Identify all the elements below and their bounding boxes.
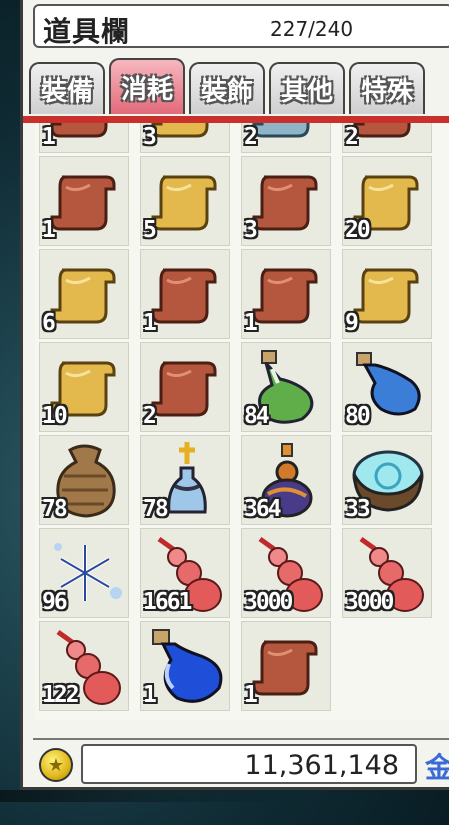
- inventory-slot[interactable]: 3: [140, 123, 230, 153]
- tab-decoration[interactable]: 裝飾: [189, 62, 266, 114]
- item-count: 6: [42, 310, 56, 336]
- item-grid-viewport[interactable]: 1 3 2 2 1 5 3 20 6 1 1 9 10 2 84 80 78 78 364 33 96 1661 3000 3…: [35, 123, 449, 720]
- tab-others[interactable]: 其他: [269, 62, 346, 114]
- inventory-slot[interactable]: 84: [241, 342, 331, 432]
- item-count: 122: [42, 682, 80, 708]
- money-button[interactable]: 金: [425, 746, 449, 784]
- item-count: 2: [345, 124, 359, 150]
- money-field: 11,361,148: [81, 744, 417, 784]
- inventory-slot[interactable]: 1: [39, 123, 129, 153]
- item-count: 1: [143, 682, 157, 708]
- inventory-slot[interactable]: 3000: [342, 528, 432, 618]
- inventory-slot[interactable]: 3: [241, 156, 331, 246]
- item-count: 2: [244, 124, 258, 150]
- inventory-slot[interactable]: 10: [39, 342, 129, 432]
- window-title: 道具欄: [43, 15, 131, 48]
- item-count: 10: [42, 403, 68, 429]
- item-count: 20: [345, 217, 371, 243]
- inventory-slot[interactable]: 20: [342, 156, 432, 246]
- item-count: 1: [143, 310, 157, 336]
- item-count: 5: [143, 217, 157, 243]
- inventory-slot[interactable]: 1: [241, 249, 331, 339]
- item-count: 3000: [345, 589, 394, 615]
- tab-underline: [23, 116, 449, 123]
- coin-icon: ★: [39, 748, 73, 782]
- inventory-capacity: 227/240: [270, 17, 354, 41]
- inventory-slot[interactable]: 2: [241, 123, 331, 153]
- category-tabs: 裝備 消耗 裝飾 其他 特殊: [29, 58, 449, 118]
- item-count: 1: [244, 682, 258, 708]
- money-bar: ★ 11,361,148 金: [33, 738, 449, 790]
- item-count: 80: [345, 403, 371, 429]
- inventory-slot[interactable]: 1: [140, 621, 230, 711]
- inventory-slot[interactable]: 9: [342, 249, 432, 339]
- item-count: 2: [143, 403, 157, 429]
- inventory-slot[interactable]: 1661: [140, 528, 230, 618]
- item-count: 3: [143, 124, 157, 150]
- item-count: 3000: [244, 589, 293, 615]
- item-count: 84: [244, 403, 270, 429]
- item-count: 78: [143, 496, 169, 522]
- inventory-slot[interactable]: 2: [140, 342, 230, 432]
- item-count: 78: [42, 496, 68, 522]
- inventory-slot[interactable]: 3000: [241, 528, 331, 618]
- inventory-slot[interactable]: 6: [39, 249, 129, 339]
- inventory-slot-empty[interactable]: [342, 621, 432, 711]
- money-value: 11,361,148: [244, 750, 399, 781]
- inventory-slot[interactable]: 122: [39, 621, 129, 711]
- title-bar[interactable]: 道具欄 227/240: [33, 4, 449, 48]
- item-count: 364: [244, 496, 282, 522]
- inventory-window: 道具欄 227/240 裝備 消耗 裝飾 其他 特殊 1 3 2 2 1 5 3 20 6 1 1 9…: [20, 0, 449, 790]
- inventory-slot[interactable]: 1: [241, 621, 331, 711]
- inventory-slot[interactable]: 5: [140, 156, 230, 246]
- inventory-slot[interactable]: 1: [140, 249, 230, 339]
- inventory-slot[interactable]: 1: [39, 156, 129, 246]
- inventory-slot[interactable]: 364: [241, 435, 331, 525]
- window-shadow: [0, 790, 300, 802]
- item-grid: 1 3 2 2 1 5 3 20 6 1 1 9 10 2 84 80 78 78 364 33 96 1661 3000 3…: [39, 123, 432, 711]
- inventory-slot[interactable]: 78: [140, 435, 230, 525]
- item-count: 9: [345, 310, 359, 336]
- item-count: 33: [345, 496, 371, 522]
- item-count: 1: [244, 310, 258, 336]
- item-count: 1: [42, 217, 56, 243]
- tab-special[interactable]: 特殊: [349, 62, 426, 114]
- inventory-slot[interactable]: 2: [342, 123, 432, 153]
- tab-consumables[interactable]: 消耗: [109, 58, 186, 114]
- item-count: 96: [42, 589, 68, 615]
- inventory-slot[interactable]: 33: [342, 435, 432, 525]
- item-count: 1: [42, 124, 56, 150]
- inventory-slot[interactable]: 96: [39, 528, 129, 618]
- item-count: 3: [244, 217, 258, 243]
- tab-equipment[interactable]: 裝備: [29, 62, 106, 114]
- inventory-slot[interactable]: 80: [342, 342, 432, 432]
- inventory-slot[interactable]: 78: [39, 435, 129, 525]
- item-count: 1661: [143, 589, 192, 615]
